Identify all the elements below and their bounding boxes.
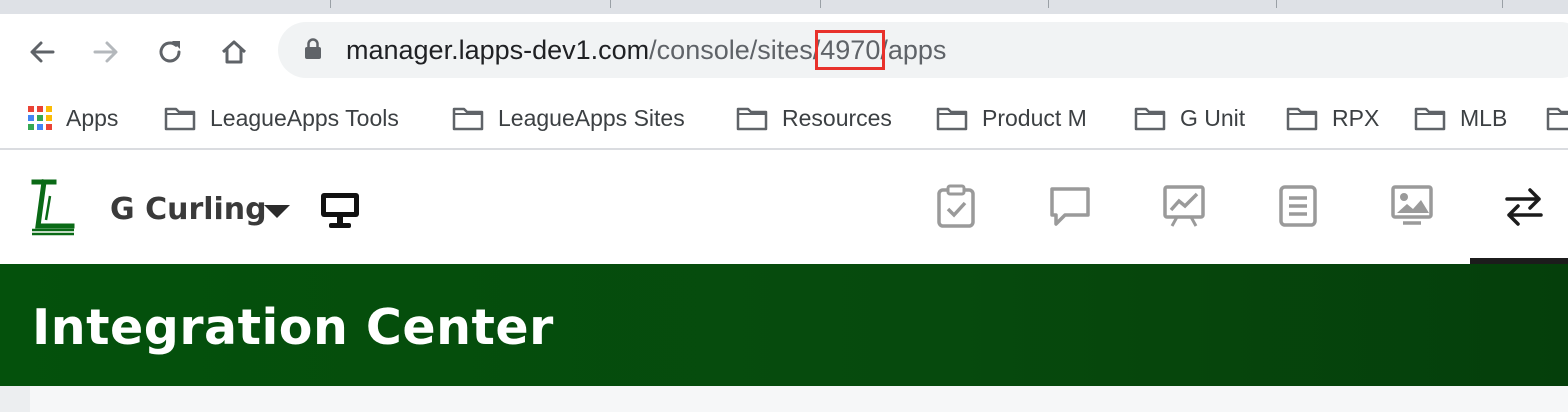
tab-separator xyxy=(1276,0,1277,8)
reload-button[interactable] xyxy=(150,32,190,72)
bookmark-apps[interactable]: Apps xyxy=(28,102,118,134)
monitor-icon[interactable] xyxy=(318,190,362,230)
browser-tab-strip xyxy=(0,0,1568,14)
bookmark-label: G Unit xyxy=(1180,104,1246,131)
folder-icon xyxy=(936,107,968,131)
integrations-arrows-icon xyxy=(1505,188,1543,226)
nav-integrations[interactable] xyxy=(1500,182,1548,230)
home-button[interactable] xyxy=(214,32,254,72)
url-text[interactable]: manager.lapps-dev1.com/console/sites/497… xyxy=(346,30,947,70)
bookmark-label: LeagueApps Sites xyxy=(498,104,685,131)
tab-separator xyxy=(1502,0,1503,8)
bookmark-label: Apps xyxy=(66,104,119,131)
bookmark-folder-leagueapps-tools[interactable]: LeagueApps Tools xyxy=(164,102,399,134)
bookmark-folder-resources[interactable]: Resources xyxy=(736,102,892,134)
folder-icon xyxy=(452,107,484,131)
page-banner: Integration Center xyxy=(0,264,1568,386)
nav-reports[interactable] xyxy=(1160,182,1208,230)
bookmark-folder-product-m[interactable]: Product M xyxy=(936,102,1087,134)
back-button[interactable] xyxy=(22,32,62,72)
sidebar-edge xyxy=(0,386,30,412)
folder-icon xyxy=(1134,107,1166,131)
bookmark-label: Product M xyxy=(982,104,1087,131)
address-bar[interactable]: manager.lapps-dev1.com/console/sites/497… xyxy=(278,22,1568,78)
analytics-chart-icon xyxy=(1163,185,1205,227)
bookmark-label: LeagueApps Tools xyxy=(210,104,399,131)
bookmark-folder-leagueapps-sites[interactable]: LeagueApps Sites xyxy=(452,102,685,134)
leagueapps-logo[interactable] xyxy=(28,176,78,236)
url-site-id-highlight: 4970 xyxy=(815,30,886,70)
url-host: manager.lapps-dev1.com xyxy=(346,35,650,65)
image-gallery-icon xyxy=(1391,185,1433,225)
forward-button[interactable] xyxy=(86,32,126,72)
arrow-right-icon xyxy=(93,41,118,63)
content-area xyxy=(0,386,1568,412)
nav-messages[interactable] xyxy=(1046,182,1094,230)
nav-website[interactable] xyxy=(1388,182,1436,230)
page-title: Integration Center xyxy=(32,299,554,356)
url-path: /apps xyxy=(880,35,947,65)
bookmark-label: Resources xyxy=(782,104,892,131)
tab-separator xyxy=(330,0,331,8)
tab-separator xyxy=(610,0,611,8)
folder-icon xyxy=(1546,107,1568,131)
bookmark-label: MLB xyxy=(1460,104,1508,131)
folder-icon xyxy=(736,107,768,131)
arrow-left-icon xyxy=(30,41,55,63)
tab-separator xyxy=(1048,0,1049,8)
bookmark-folder-mlb[interactable]: MLB xyxy=(1414,102,1507,134)
url-path: /console/sites/ xyxy=(649,35,821,65)
bookmark-label: RPX xyxy=(1332,104,1380,131)
list-document-icon xyxy=(1279,185,1317,227)
home-icon xyxy=(221,40,247,64)
apps-grid-icon xyxy=(28,106,52,130)
bookmarks-bar: Apps LeagueApps Tools LeagueApps Sites R… xyxy=(0,88,1568,150)
bookmark-folder-overflow[interactable] xyxy=(1546,102,1568,134)
folder-icon xyxy=(164,107,196,131)
lock-icon xyxy=(305,38,321,59)
browser-toolbar: manager.lapps-dev1.com/console/sites/497… xyxy=(0,14,1568,88)
app-header: G Curling xyxy=(0,152,1568,264)
bookmark-folder-g-unit[interactable]: G Unit xyxy=(1134,102,1245,134)
chevron-down-icon[interactable] xyxy=(264,205,290,218)
clipboard-check-icon xyxy=(937,184,975,228)
site-name-dropdown[interactable]: G Curling xyxy=(110,192,267,227)
nav-registrations[interactable] xyxy=(932,182,980,230)
chat-bubble-icon xyxy=(1050,187,1090,226)
nav-content[interactable] xyxy=(1274,182,1322,230)
folder-icon xyxy=(1286,107,1318,131)
tab-separator xyxy=(820,0,821,8)
folder-icon xyxy=(1414,107,1446,131)
reload-icon xyxy=(159,41,181,63)
bookmark-folder-rpx[interactable]: RPX xyxy=(1286,102,1379,134)
